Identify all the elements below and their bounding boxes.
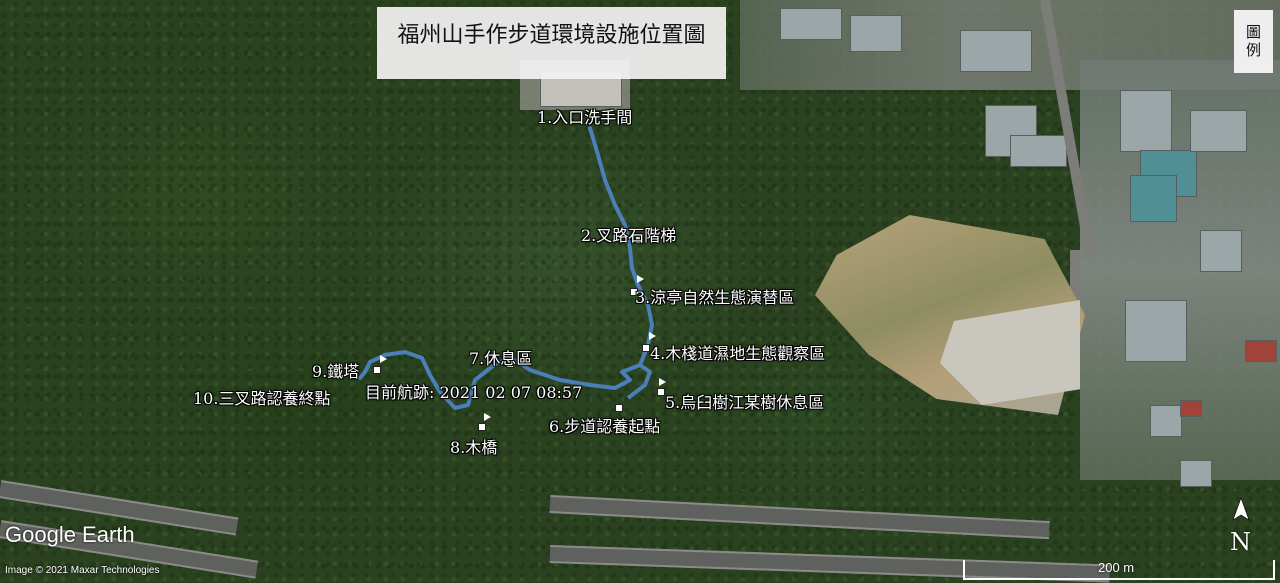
flag-icon: [649, 332, 656, 340]
waypoint-marker[interactable]: [657, 388, 665, 396]
flag-icon: [380, 355, 387, 363]
waypoint-label-10: 10.三叉路認養終點: [193, 389, 331, 408]
track-label: 目前航跡: 2021 02 07 08:57: [365, 383, 583, 402]
waypoint-label-1: 1.入口洗手間: [537, 108, 633, 127]
flag-icon: [637, 275, 644, 283]
flag-icon: [484, 413, 491, 421]
waypoint-marker[interactable]: [478, 423, 486, 431]
waypoint-label-7: 7.休息區: [469, 349, 533, 368]
waypoint-label-6: 6.步道認養起點: [549, 417, 661, 436]
copyright-text: Image © 2021 Maxar Technologies: [5, 565, 160, 576]
waypoint-marker[interactable]: [615, 404, 623, 412]
waypoint-label-9: 9.鐵塔: [312, 362, 360, 381]
waypoint-marker[interactable]: [373, 366, 381, 374]
scale-label: 200 m: [1098, 560, 1135, 575]
google-earth-logo: Google Earth: [5, 522, 135, 547]
waypoint-label-4: 4.木棧道濕地生態觀察區: [650, 344, 826, 363]
waypoint-marker[interactable]: [642, 344, 650, 352]
waypoint-label-8: 8.木橋: [450, 438, 498, 457]
satellite-map[interactable]: 1.入口洗手間 2.叉路石階梯 3.涼亭自然生態演替區 4.木棧道濕地生態觀察區…: [0, 0, 1280, 583]
north-label: N: [1230, 528, 1251, 556]
waypoint-label-5: 5.烏臼樹江某樹休息區: [665, 393, 825, 412]
map-title: 福州山手作步道環境設施位置圖: [377, 7, 726, 79]
waypoint-label-2: 2.叉路石階梯: [581, 226, 677, 245]
legend-button[interactable]: 圖例: [1234, 10, 1273, 73]
flag-icon: [659, 378, 666, 386]
waypoint-label-3: 3.涼亭自然生態演替區: [635, 288, 795, 307]
